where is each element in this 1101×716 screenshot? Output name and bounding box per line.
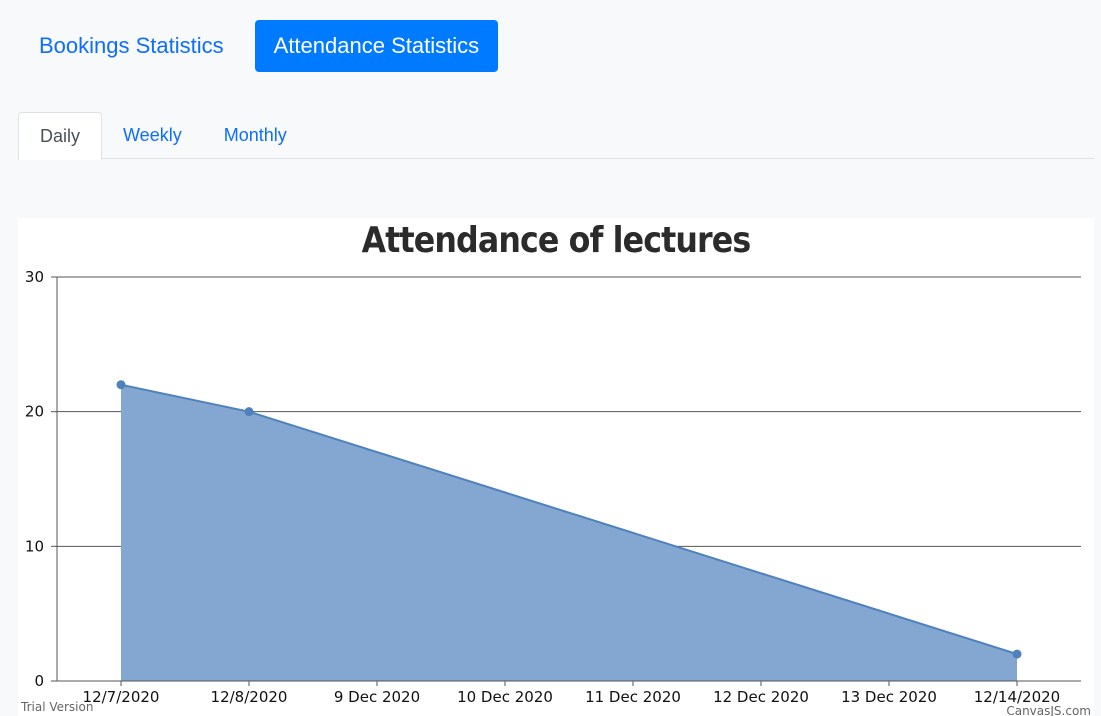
x-tick-label: 12/8/2020: [211, 688, 288, 706]
trial-version-watermark: Trial Version: [21, 700, 94, 714]
x-tick-label: 11 Dec 2020: [585, 688, 681, 706]
canvasjs-watermark: CanvasJS.com: [1006, 704, 1091, 716]
data-point: [244, 407, 254, 417]
period-tabs: Daily Weekly Monthly: [18, 112, 1094, 160]
y-tick-label: 20: [25, 403, 44, 421]
chart-canvas: 0 10 20 30 12/7/2020 12/8/2020 9 Dec 2020 10 De…: [25, 268, 1081, 706]
area-fill: [121, 384, 1017, 681]
tab-daily[interactable]: Daily: [18, 112, 103, 160]
y-tick-label: 30: [25, 268, 44, 286]
attendance-statistics-button[interactable]: Attendance Statistics: [254, 20, 499, 72]
chart-title: Attendance of lectures: [361, 220, 752, 261]
tab-monthly[interactable]: Monthly: [203, 112, 308, 159]
x-tick-label: 9 Dec 2020: [334, 688, 420, 706]
data-point: [1012, 649, 1022, 659]
y-tick-label: 0: [34, 672, 44, 690]
y-tick-label: 10: [25, 537, 44, 555]
tab-weekly[interactable]: Weekly: [102, 112, 203, 159]
x-tick-label: 12/7/2020: [83, 688, 160, 706]
x-tick-label: 13 Dec 2020: [841, 688, 937, 706]
x-tick-label: 12 Dec 2020: [713, 688, 809, 706]
bookings-statistics-button[interactable]: Bookings Statistics: [20, 20, 243, 72]
attendance-chart: 0 10 20 30 12/7/2020 12/8/2020 9 Dec 2020 10 De…: [18, 218, 1094, 716]
stats-nav: Bookings Statistics Attendance Statistic…: [20, 20, 499, 72]
x-tick-label: 10 Dec 2020: [457, 688, 553, 706]
data-point: [116, 380, 126, 390]
